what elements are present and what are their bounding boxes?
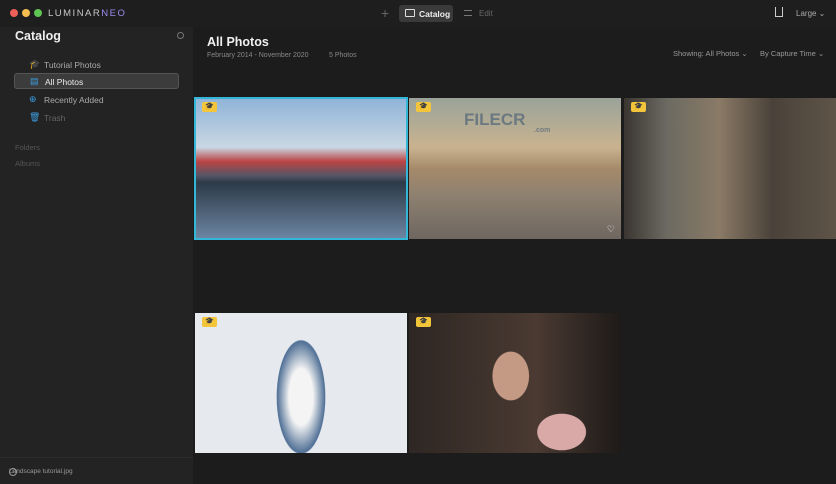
photo-thumbnail[interactable]: 🎓 [195,313,407,453]
share-icon[interactable] [775,7,783,17]
clock-plus-icon: ⊕ [29,94,37,104]
tutorial-badge-icon: 🎓 [416,102,431,112]
sliders-icon [464,10,472,16]
tab-label: Edit [479,9,493,18]
photo-count: 5 Photos [329,52,357,59]
heart-icon[interactable]: ♡ [607,224,615,235]
watermark: FILECR .com [464,110,551,134]
photo-thumbnail[interactable]: 🎓 FILECR .com ♡ [409,98,621,239]
photos-icon: ▤ [30,76,39,86]
app-logo: LUMINARNEO [48,8,127,19]
tab-label: Catalog [419,9,451,19]
showing-filter-dropdown[interactable]: Showing: All Photos ⌄ [673,49,748,58]
sidebar-section-folders[interactable]: Folders [15,143,40,152]
maximize-window-button[interactable] [34,9,42,17]
tutorial-badge-icon: 🎓 [202,102,217,112]
folder-icon [405,9,415,17]
sidebar: Catalog 🎓 Tutorial Photos ▤ All Photos ⊕ Re… [0,27,193,484]
sidebar-item-all-photos[interactable]: ▤ All Photos [14,73,179,89]
tab-catalog[interactable]: Catalog [399,5,453,22]
thumbnail-size-dropdown[interactable]: Large ⌄ [796,9,825,18]
photo-thumbnail[interactable]: 🎓 [624,98,836,239]
search-icon[interactable] [177,32,184,39]
tutorial-badge-icon: 🎓 [202,317,217,327]
sidebar-item-label: All Photos [45,77,84,87]
sidebar-item-recently-added[interactable]: ⊕ Recently Added [14,92,179,108]
tab-edit[interactable]: Edit [464,9,493,18]
sidebar-section-albums[interactable]: Albums [15,159,40,168]
tutorial-badge-icon: 🎓 [416,317,431,327]
sort-dropdown[interactable]: By Capture Time ⌄ [760,49,824,58]
tutorial-badge-icon: 🎓 [631,102,646,112]
date-range: February 2014 - November 2020 [207,52,309,59]
sidebar-title: Catalog [15,29,61,43]
selected-filename: Landscape tutorial.jpg [9,468,73,475]
sidebar-footer: Landscape tutorial.jpg i [0,457,193,484]
sidebar-item-trash[interactable]: 🗑 Trash [14,110,179,126]
sidebar-item-label: Tutorial Photos [44,60,101,70]
graduation-cap-icon: 🎓 [29,59,41,69]
photo-thumbnail[interactable]: 🎓 [194,97,408,240]
photo-thumbnail[interactable]: 🎓 [409,313,621,453]
page-title: All Photos [207,35,269,49]
sidebar-item-label: Trash [44,113,66,123]
add-button[interactable]: + [381,5,389,21]
sidebar-item-label: Recently Added [44,95,104,105]
sidebar-item-tutorial-photos[interactable]: 🎓 Tutorial Photos [14,57,179,73]
title-bar: LUMINARNEO + Catalog Edit Large ⌄ [0,0,836,27]
minimize-window-button[interactable] [22,9,30,17]
trash-icon: 🗑 [29,112,41,122]
close-window-button[interactable] [10,9,18,17]
info-icon[interactable]: i [9,468,17,476]
